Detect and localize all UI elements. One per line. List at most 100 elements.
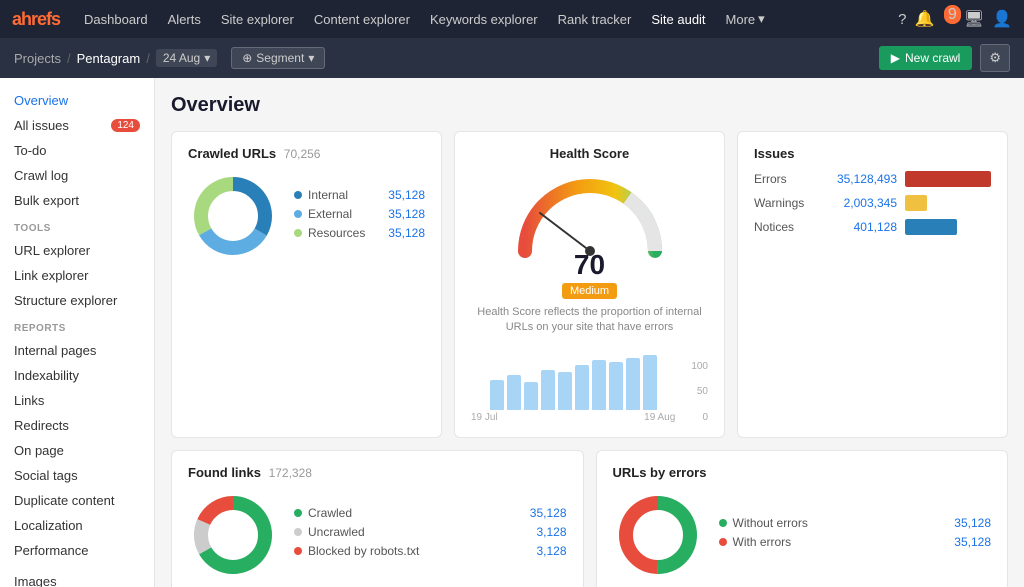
urls-by-errors-card: URLs by errors Without errors	[596, 450, 1009, 587]
health-bar	[524, 382, 538, 410]
found-links-total: 172,328	[269, 466, 312, 480]
cards-row-top: Crawled URLs 70,256	[171, 131, 1008, 438]
issue-label: Errors	[754, 172, 819, 186]
sidebar-item-link-explorer[interactable]: Link explorer	[0, 263, 154, 288]
crawled-urls-body: Internal 35,128 External 35,128 Resource…	[188, 171, 425, 261]
crawled-urls-total: 70,256	[284, 147, 321, 161]
legend-external[interactable]: External 35,128	[294, 207, 425, 221]
sidebar-item-localization[interactable]: Localization	[0, 513, 154, 538]
sidebar-item-internal-pages[interactable]: Internal pages	[0, 338, 154, 363]
sidebar-item-structure-explorer[interactable]: Structure explorer	[0, 288, 154, 313]
chevron-down-icon: ▾	[758, 11, 765, 27]
crawled-urls-card: Crawled URLs 70,256	[171, 131, 442, 438]
health-bar	[558, 372, 572, 410]
cards-row-second: Found links 172,328	[171, 450, 1008, 587]
health-score-title: Health Score	[471, 146, 708, 161]
sidebar-item-duplicate-content[interactable]: Duplicate content	[0, 488, 154, 513]
play-icon: ▶	[891, 51, 900, 65]
user-avatar[interactable]: 👤	[992, 9, 1012, 29]
nav-site-explorer[interactable]: Site explorer	[213, 8, 302, 31]
internal-label: Internal	[308, 188, 382, 202]
nav-dashboard[interactable]: Dashboard	[76, 8, 156, 31]
sidebar-item-overview[interactable]: Overview	[0, 88, 154, 113]
sidebar-item-crawl-log[interactable]: Crawl log	[0, 163, 154, 188]
issue-bar	[905, 219, 957, 235]
sidebar-item-todo[interactable]: To-do	[0, 138, 154, 163]
external-value: 35,128	[388, 207, 425, 221]
urls-errors-donut	[613, 490, 703, 580]
issue-item-notices[interactable]: Notices 401,128	[754, 219, 991, 235]
sidebar-item-indexability[interactable]: Indexability	[0, 363, 154, 388]
health-score-number: 70	[562, 251, 617, 279]
sidebar-item-on-page[interactable]: On page	[0, 438, 154, 463]
legend-blocked[interactable]: Blocked by robots.txt 3,128	[294, 544, 567, 558]
sidebar-item-url-explorer[interactable]: URL explorer	[0, 238, 154, 263]
blocked-dot	[294, 547, 302, 555]
chevron-down-icon: ▾	[308, 51, 314, 65]
crawled-legend: Internal 35,128 External 35,128 Resource…	[294, 188, 425, 245]
layout: Overview All issues 124 To-do Crawl log …	[0, 78, 1024, 587]
health-score-card: Health Score	[454, 131, 725, 438]
nav-content-explorer[interactable]: Content explorer	[306, 8, 418, 31]
legend-resources[interactable]: Resources 35,128	[294, 226, 425, 240]
health-bar	[507, 375, 521, 410]
sidebar-item-bulk-export[interactable]: Bulk export	[0, 188, 154, 213]
issue-bar-wrap	[905, 195, 991, 211]
top-nav: ahrefs Dashboard Alerts Site explorer Co…	[0, 0, 1024, 38]
found-links-body: Crawled 35,128 Uncrawled 3,128 Blocked b…	[188, 490, 567, 580]
crawled-donut	[188, 171, 278, 261]
health-gauge-wrap: 70 Medium Health Score reflects the prop…	[471, 171, 708, 423]
monitor-icon[interactable]: 🖥	[964, 9, 984, 29]
notifications-icon[interactable]: 🔔 9	[914, 9, 955, 29]
uncrawled-dot	[294, 528, 302, 536]
urls-by-errors-title: URLs by errors	[613, 465, 992, 480]
segment-button[interactable]: ⊕ Segment ▾	[231, 47, 325, 69]
legend-crawled[interactable]: Crawled 35,128	[294, 506, 567, 520]
external-label: External	[308, 207, 382, 221]
segment-icon: ⊕	[242, 51, 252, 65]
health-desc: Health Score reflects the proportion of …	[471, 305, 708, 336]
nav-rank-tracker[interactable]: Rank tracker	[550, 8, 640, 31]
chevron-down-icon: ▾	[204, 51, 210, 65]
no-error-dot	[719, 519, 727, 527]
nav-keywords-explorer[interactable]: Keywords explorer	[422, 8, 546, 31]
crawled-dot	[294, 509, 302, 517]
issue-bar	[905, 195, 927, 211]
breadcrumb-date[interactable]: 24 Aug ▾	[156, 49, 217, 67]
found-links-title: Found links 172,328	[188, 465, 567, 480]
sidebar-item-redirects[interactable]: Redirects	[0, 413, 154, 438]
resources-value: 35,128	[388, 226, 425, 240]
issues-title: Issues	[754, 146, 991, 161]
legend-with-errors[interactable]: With errors 35,128	[719, 535, 992, 549]
sidebar: Overview All issues 124 To-do Crawl log …	[0, 78, 155, 587]
nav-more[interactable]: More ▾	[718, 7, 773, 31]
main-content: Overview Crawled URLs 70,256	[155, 78, 1024, 587]
found-links-donut-svg	[188, 490, 278, 580]
health-bar	[643, 355, 657, 410]
sidebar-item-performance[interactable]: Performance	[0, 538, 154, 563]
legend-internal[interactable]: Internal 35,128	[294, 188, 425, 202]
found-links-legend: Crawled 35,128 Uncrawled 3,128 Blocked b…	[294, 506, 567, 563]
legend-without-errors[interactable]: Without errors 35,128	[719, 516, 992, 530]
settings-button[interactable]: ⚙	[980, 44, 1010, 72]
new-crawl-button[interactable]: ▶ New crawl	[879, 46, 973, 70]
external-dot	[294, 210, 302, 218]
sidebar-item-all-issues[interactable]: All issues 124	[0, 113, 154, 138]
internal-dot	[294, 191, 302, 199]
issue-item-warnings[interactable]: Warnings 2,003,345	[754, 195, 991, 211]
legend-uncrawled[interactable]: Uncrawled 3,128	[294, 525, 567, 539]
issue-value: 35,128,493	[827, 172, 897, 186]
breadcrumb-projects[interactable]: Projects	[14, 51, 61, 66]
issue-item-errors[interactable]: Errors 35,128,493	[754, 171, 991, 187]
page-title: Overview	[171, 94, 1008, 117]
tools-section-label: TOOLS	[0, 213, 154, 238]
found-links-donut	[188, 490, 278, 580]
sidebar-item-social-tags[interactable]: Social tags	[0, 463, 154, 488]
health-bar	[592, 360, 606, 410]
nav-site-audit[interactable]: Site audit	[643, 8, 713, 31]
health-bar	[541, 370, 555, 410]
sidebar-item-images[interactable]: Images	[0, 569, 154, 587]
nav-alerts[interactable]: Alerts	[160, 8, 209, 31]
sidebar-item-links[interactable]: Links	[0, 388, 154, 413]
help-icon[interactable]: ?	[898, 11, 906, 28]
